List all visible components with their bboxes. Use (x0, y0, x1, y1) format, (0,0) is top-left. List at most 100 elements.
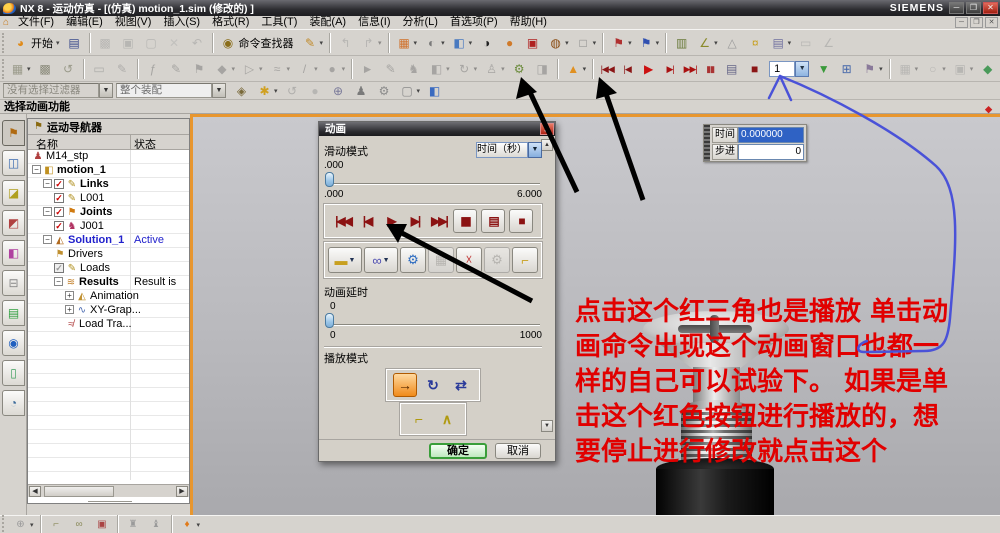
dialog-close-button[interactable]: ✕ (540, 123, 554, 135)
tree-node-loads[interactable]: ✓✎Loads (28, 262, 189, 276)
tree-node-solution[interactable]: −◭Solution_1Active (28, 234, 189, 248)
scrollbar-thumb[interactable] (44, 486, 114, 497)
collapse-icon[interactable]: − (54, 277, 63, 286)
simulation-navigator-tab[interactable]: ◧ (2, 240, 25, 266)
scroll-down-icon[interactable]: ▼ (541, 420, 553, 432)
checkbox[interactable]: ✓ (54, 221, 64, 231)
node-label[interactable]: Loads (80, 262, 110, 274)
ok-button[interactable]: 确定 (429, 443, 487, 459)
stamp-a-icon[interactable]: ♜ (122, 517, 145, 533)
tree-node-links[interactable]: −✓✎Links (28, 178, 189, 192)
display-mode-icon[interactable]: ◐▾ (420, 32, 448, 54)
refresh-icon[interactable]: ↺ (57, 58, 80, 80)
save-icon[interactable]: ▤ (63, 32, 86, 54)
zoom-plus-icon[interactable]: ⊕ (327, 80, 350, 102)
time-slider-thumb[interactable] (325, 172, 334, 187)
tools-button[interactable]: ☓ (456, 247, 482, 273)
frame-spinner[interactable]: 1▼ (769, 61, 809, 77)
sketch-pen-icon[interactable]: ✎▾ (299, 32, 327, 54)
constraint-navigator-tab[interactable]: ◪ (2, 180, 25, 206)
mdi-close-button[interactable]: ✕ (985, 17, 998, 28)
menu-视图[interactable]: 视图(V) (109, 16, 158, 29)
slide-mode-combo[interactable]: 时间（秒） ▼ (476, 142, 542, 158)
link-display-button[interactable]: ∞▼ (364, 247, 398, 273)
shaded-sphere-icon[interactable]: ● (498, 32, 521, 54)
menu-格式[interactable]: 格式(R) (206, 16, 255, 29)
stop-button[interactable]: ■ (509, 209, 533, 233)
link-tool-icon[interactable]: ∞ (68, 517, 91, 533)
object-pressed-icon[interactable]: ▩ (34, 58, 57, 80)
background-icon[interactable]: □▾ (572, 32, 600, 54)
time-slider[interactable] (324, 172, 542, 188)
scroll-left-icon[interactable]: ◀ (29, 486, 41, 497)
tree-node-loadtransfer[interactable]: ≉Load Tra... (28, 318, 189, 332)
tree-node-results[interactable]: −≋ResultsResult is (28, 276, 189, 290)
mdi-restore-button[interactable]: ❐ (970, 17, 983, 28)
close-button[interactable]: ✕ (983, 2, 998, 14)
tree-node-joints[interactable]: −✓⚑Joints (28, 206, 189, 220)
info-list-icon[interactable]: ▥ (670, 32, 693, 54)
stop-icon[interactable]: ■ (743, 58, 766, 80)
view-cube-icon[interactable]: ◧▾ (448, 32, 476, 54)
slide-mode-dropdown-icon[interactable]: ▼ (528, 142, 542, 158)
delay-slider-thumb[interactable] (325, 313, 334, 328)
window-select-icon[interactable]: ▢▾ (396, 80, 424, 102)
part-navigator-tab[interactable]: ◩ (2, 210, 25, 236)
motion-navigator-tab[interactable]: ⚑ (2, 120, 25, 146)
collapse-icon[interactable]: − (32, 165, 41, 174)
step-back-button[interactable]: |◀ (355, 209, 379, 233)
step-back-icon[interactable]: |◀ (617, 58, 637, 80)
menu-信息[interactable]: 信息(I) (352, 16, 396, 29)
checkbox[interactable]: ✓ (54, 179, 64, 189)
start-menu-button[interactable]: ◕开始▾ (9, 32, 63, 54)
speed-dropdown-icon[interactable]: ▼ (812, 58, 835, 80)
step-forward-icon[interactable]: ▶| (660, 58, 680, 80)
snap-icon[interactable]: ◈ (230, 80, 253, 102)
snap-point-icon[interactable]: △ (721, 32, 744, 54)
star-burst-icon[interactable]: ✱▾ (253, 80, 281, 102)
toolbar-grip[interactable] (2, 515, 7, 533)
fast-forward-icon[interactable]: ▶▶| (680, 58, 700, 80)
scope-filter-combo[interactable]: 整个装配 ▼ (116, 83, 226, 98)
type-filter-dropdown-icon[interactable]: ▼ (99, 83, 113, 98)
export-movie-icon[interactable]: ▤ (720, 58, 743, 80)
rotate-view-icon[interactable]: ◍▾ (544, 32, 572, 54)
animation-designer-icon[interactable]: ▲▾ (562, 58, 590, 80)
node-label[interactable]: Results (79, 276, 119, 288)
history-tab[interactable]: ◔ (2, 390, 25, 416)
restore-button[interactable]: ❐ (966, 2, 981, 14)
person-select-icon[interactable]: ♟ (350, 80, 373, 102)
view-list-icon[interactable]: ▤▾ (767, 32, 795, 54)
expand-icon[interactable]: + (65, 305, 74, 314)
scroll-up-icon[interactable]: ▲ (541, 139, 553, 151)
assembly-navigator-tab[interactable]: ◫ (2, 150, 25, 176)
step-field[interactable]: 0 (738, 144, 804, 160)
dialog-scrollbar[interactable]: ▲ ▼ (541, 139, 553, 446)
object-display-icon[interactable]: ▦▾ (6, 58, 34, 80)
tree-node-animation[interactable]: +◭Animation (28, 290, 189, 304)
tree-node-motion[interactable]: −◧motion_1 (28, 164, 189, 178)
menu-分析[interactable]: 分析(L) (397, 16, 444, 29)
checkbox[interactable]: ✓ (54, 193, 64, 203)
collapse-icon[interactable]: − (43, 207, 52, 216)
last-frame-button[interactable]: ▶▶| (427, 209, 451, 233)
dialog-titlebar[interactable]: 动画 ✕ (319, 122, 555, 136)
panel-resize-grip[interactable] (88, 499, 132, 502)
close-window-icon[interactable]: ▦▾ (393, 32, 421, 54)
node-label[interactable]: XY-Grap... (90, 304, 141, 316)
cancel-button[interactable]: 取消 (495, 443, 541, 459)
flag-red-icon[interactable]: ⚑▾ (607, 32, 635, 54)
node-label[interactable]: motion_1 (57, 164, 106, 176)
first-frame-button[interactable]: |◀◀ (331, 209, 355, 233)
linkage-closed-button[interactable]: ∧ (435, 407, 459, 431)
scope-filter-dropdown-icon[interactable]: ▼ (212, 83, 226, 98)
node-label[interactable]: Drivers (68, 248, 103, 260)
flame-icon[interactable]: ♦▾ (176, 517, 204, 533)
web-browser-tab[interactable]: ◉ (2, 330, 25, 356)
checkbox[interactable]: ✓ (54, 263, 64, 273)
play-once-button[interactable]: → (393, 373, 417, 397)
play-button[interactable]: ▶ (379, 209, 403, 233)
wrench-icon[interactable]: ⚙ (373, 80, 396, 102)
chain-tool-icon[interactable]: ▣ (91, 517, 114, 533)
play-icon[interactable]: ▶ (637, 58, 660, 80)
